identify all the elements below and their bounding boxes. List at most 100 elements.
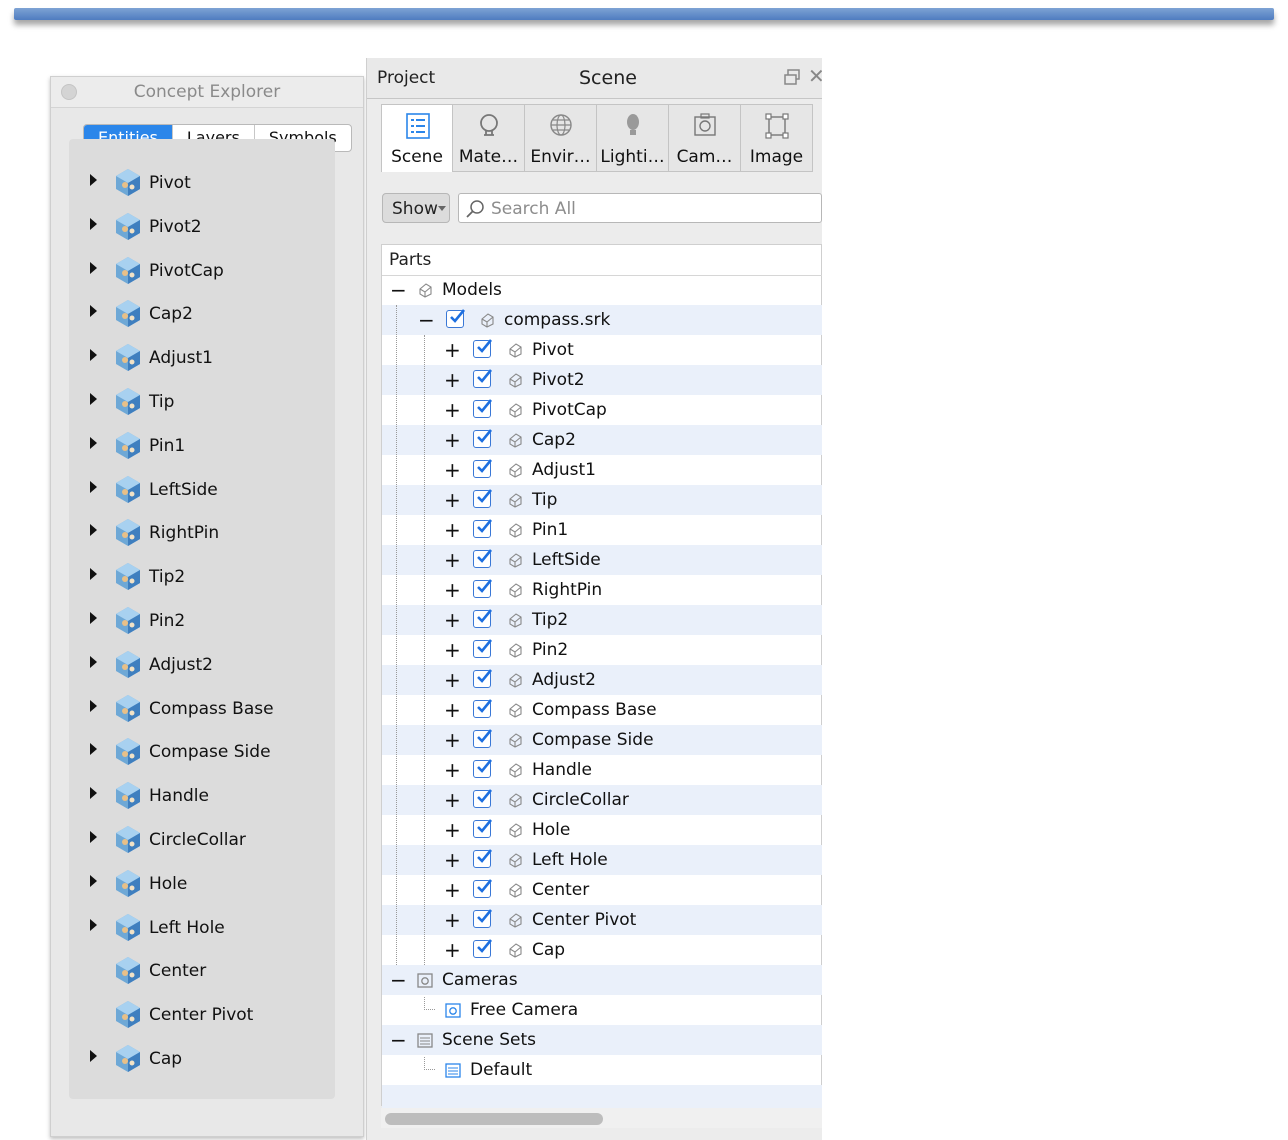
entity-item[interactable]: Hole — [69, 865, 335, 909]
expand-icon[interactable]: + — [444, 638, 461, 662]
visibility-checkbox[interactable] — [473, 459, 493, 478]
tree-row-part[interactable]: + Pivot — [382, 335, 822, 365]
search-input[interactable] — [489, 196, 803, 222]
entity-item[interactable]: Left Hole — [69, 909, 335, 953]
entity-item[interactable]: Tip2 — [69, 558, 335, 602]
visibility-checkbox[interactable] — [473, 579, 493, 598]
visibility-checkbox[interactable] — [473, 339, 493, 358]
visibility-checkbox[interactable] — [446, 309, 466, 328]
expand-icon[interactable]: + — [444, 938, 461, 962]
expand-triangle-icon[interactable] — [90, 305, 97, 318]
entity-item[interactable]: Cap2 — [69, 295, 335, 339]
tree-row-part[interactable]: + Center Pivot — [382, 905, 822, 935]
entity-item[interactable]: LeftSide — [69, 471, 335, 515]
tree-row-part[interactable]: + Adjust1 — [382, 455, 822, 485]
expand-triangle-icon[interactable] — [90, 611, 97, 624]
visibility-checkbox[interactable] — [473, 489, 493, 508]
visibility-checkbox[interactable] — [473, 819, 493, 838]
collapse-icon[interactable]: − — [390, 1028, 407, 1052]
expand-icon[interactable]: + — [444, 818, 461, 842]
tree-row-part[interactable]: + CircleCollar — [382, 785, 822, 815]
expand-triangle-icon[interactable] — [90, 699, 97, 712]
horizontal-scrollbar[interactable] — [381, 1108, 822, 1128]
expand-icon[interactable]: + — [444, 338, 461, 362]
expand-triangle-icon[interactable] — [90, 480, 97, 493]
tree-row-part[interactable]: + Pin2 — [382, 635, 822, 665]
expand-icon[interactable]: + — [444, 578, 461, 602]
collapse-icon[interactable]: − — [390, 968, 407, 992]
scrollbar-thumb[interactable] — [385, 1113, 603, 1125]
tab-lighting[interactable]: Lighti… — [597, 104, 669, 172]
visibility-checkbox[interactable] — [473, 699, 493, 718]
entity-item[interactable]: Handle — [69, 777, 335, 821]
show-dropdown[interactable]: Show — [382, 193, 450, 223]
expand-icon[interactable]: + — [444, 848, 461, 872]
expand-icon[interactable]: + — [444, 758, 461, 782]
expand-triangle-icon[interactable] — [90, 874, 97, 887]
expand-triangle-icon[interactable] — [90, 349, 97, 362]
visibility-checkbox[interactable] — [473, 399, 493, 418]
entity-item[interactable]: Pivot — [69, 164, 335, 208]
entity-item[interactable]: Compase Side — [69, 733, 335, 777]
expand-icon[interactable]: + — [444, 698, 461, 722]
tree-row-part[interactable]: + Left Hole — [382, 845, 822, 875]
visibility-checkbox[interactable] — [473, 849, 493, 868]
expand-triangle-icon[interactable] — [90, 787, 97, 800]
expand-icon[interactable]: + — [444, 428, 461, 452]
expand-triangle-icon[interactable] — [90, 1049, 97, 1062]
entity-item[interactable]: Center Pivot — [69, 996, 335, 1040]
expand-icon[interactable]: + — [444, 608, 461, 632]
tree-row-part[interactable]: + RightPin — [382, 575, 822, 605]
entity-item[interactable]: Adjust2 — [69, 646, 335, 690]
entity-item[interactable]: Pivot2 — [69, 208, 335, 252]
tree-row-cameras[interactable]: − Cameras — [382, 965, 822, 995]
expand-icon[interactable]: + — [444, 368, 461, 392]
entity-item[interactable]: CircleCollar — [69, 821, 335, 865]
entity-item[interactable]: Adjust1 — [69, 339, 335, 383]
tree-row-models[interactable]: − Models — [382, 275, 822, 305]
expand-icon[interactable]: + — [444, 788, 461, 812]
entity-item[interactable]: Compass Base — [69, 690, 335, 734]
expand-icon[interactable]: + — [444, 668, 461, 692]
tree-row-part[interactable]: + Cap — [382, 935, 822, 965]
expand-triangle-icon[interactable] — [90, 174, 97, 186]
expand-triangle-icon[interactable] — [90, 392, 97, 405]
tree-row-camera[interactable]: Free Camera — [382, 995, 822, 1025]
tree-row-part[interactable]: + Compase Side — [382, 725, 822, 755]
expand-triangle-icon[interactable] — [90, 568, 97, 581]
visibility-checkbox[interactable] — [473, 429, 493, 448]
expand-icon[interactable]: + — [444, 488, 461, 512]
tree-row-part[interactable]: + Compass Base — [382, 695, 822, 725]
visibility-checkbox[interactable] — [473, 729, 493, 748]
expand-triangle-icon[interactable] — [90, 655, 97, 668]
tab-camera[interactable]: Cam… — [669, 104, 741, 172]
visibility-checkbox[interactable] — [473, 879, 493, 898]
expand-triangle-icon[interactable] — [90, 436, 97, 449]
visibility-checkbox[interactable] — [473, 759, 493, 778]
tab-image[interactable]: Image — [741, 104, 813, 172]
close-icon[interactable]: ✕ — [808, 64, 822, 88]
tree-row-root-model[interactable]: − compass.srk — [382, 305, 822, 335]
expand-icon[interactable]: + — [444, 908, 461, 932]
tab-scene[interactable]: Scene — [381, 104, 453, 172]
expand-icon[interactable]: + — [444, 518, 461, 542]
visibility-checkbox[interactable] — [473, 639, 493, 658]
tree-row-part[interactable]: + Pivot2 — [382, 365, 822, 395]
entity-item[interactable]: Pin1 — [69, 427, 335, 471]
expand-icon[interactable]: + — [444, 548, 461, 572]
expand-triangle-icon[interactable] — [90, 830, 97, 843]
visibility-checkbox[interactable] — [473, 369, 493, 388]
float-window-icon[interactable] — [783, 68, 801, 86]
visibility-checkbox[interactable] — [473, 909, 493, 928]
expand-icon[interactable]: + — [444, 878, 461, 902]
tree-row-scene-set[interactable]: Default — [382, 1055, 822, 1085]
tab-environment[interactable]: Envir… — [525, 104, 597, 172]
expand-icon[interactable]: + — [444, 458, 461, 482]
collapse-icon[interactable]: − — [418, 308, 435, 332]
expand-triangle-icon[interactable] — [90, 743, 97, 756]
expand-triangle-icon[interactable] — [90, 261, 97, 274]
expand-icon[interactable]: + — [444, 728, 461, 752]
collapse-icon[interactable]: − — [390, 278, 407, 302]
visibility-checkbox[interactable] — [473, 519, 493, 538]
expand-icon[interactable]: + — [444, 398, 461, 422]
